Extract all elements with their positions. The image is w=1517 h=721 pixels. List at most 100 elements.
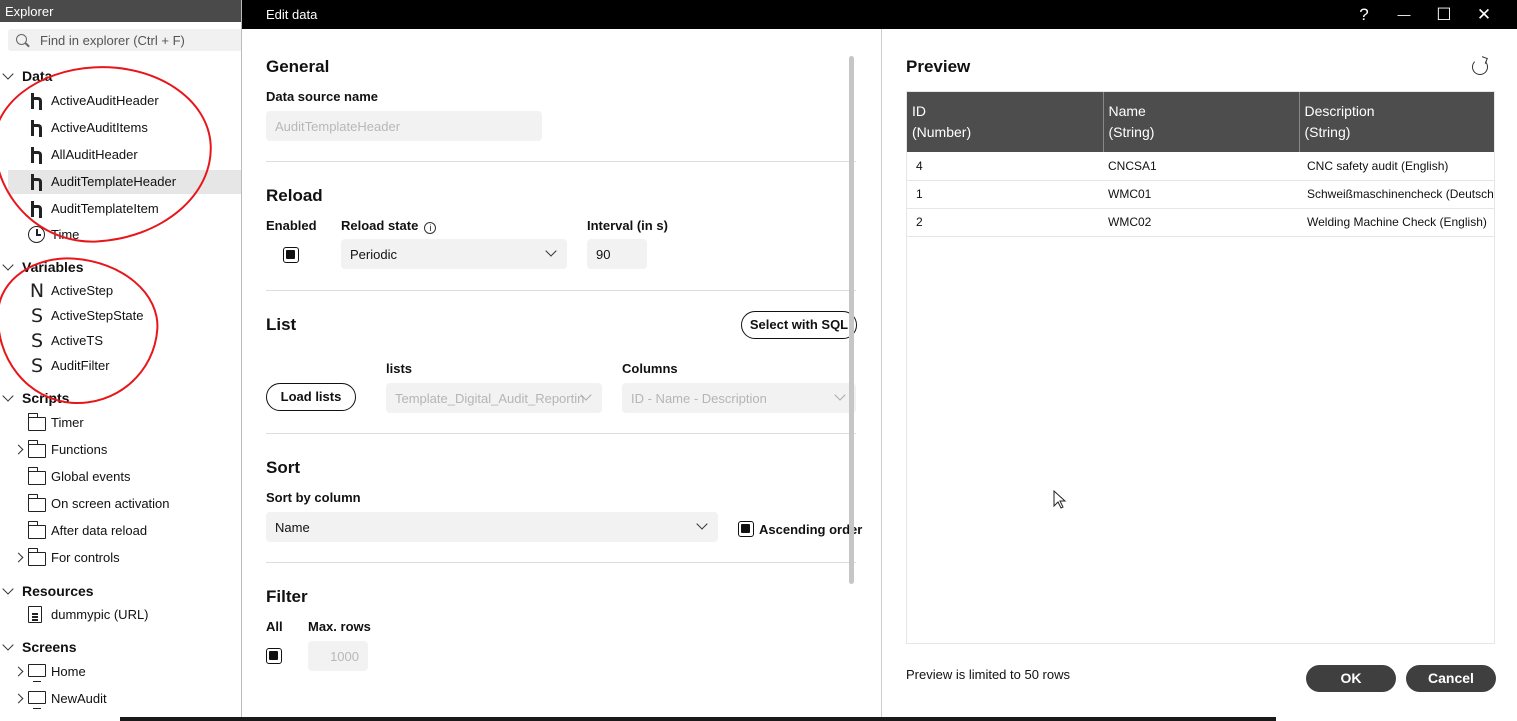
preview-table: ID (Number) Name (String) Description (Stri…: [907, 92, 1494, 237]
tree-item-data[interactable]: Time: [8, 223, 250, 247]
chevron-down-icon[interactable]: [2, 390, 14, 402]
column-header-name[interactable]: Name (String): [1103, 92, 1300, 152]
section-scripts-label: Scripts: [22, 390, 70, 406]
chevron-right-icon[interactable]: [13, 444, 24, 455]
tree-item-script[interactable]: For controls: [8, 546, 250, 570]
section-screens[interactable]: Screens: [0, 637, 250, 657]
chevron-down-icon[interactable]: [2, 639, 14, 651]
sort-by-value: Name: [275, 520, 310, 535]
table-cell: Welding Machine Check (English): [1299, 208, 1494, 237]
table-header-row: ID (Number) Name (String) Description (Stri…: [907, 92, 1494, 152]
tree-item-label: ActiveAuditItems: [51, 120, 148, 135]
chevron-right-icon[interactable]: [13, 552, 24, 563]
dialog-shadow: [120, 717, 1276, 721]
tree-item-label: NewAudit: [51, 691, 107, 706]
max-rows-input[interactable]: [308, 641, 368, 671]
table-row[interactable]: 2 WMC02 Welding Machine Check (English): [907, 208, 1494, 237]
table-cell: 4: [907, 152, 1103, 181]
filter-all-checkbox[interactable]: [266, 648, 282, 664]
interval-input[interactable]: [587, 239, 647, 269]
file-icon: [28, 606, 42, 623]
mouse-pointer-icon: [1053, 490, 1067, 509]
lists-value: Template_Digital_Audit_Reporting: [395, 391, 585, 406]
tree-item-script[interactable]: Functions: [8, 438, 250, 462]
table-cell: WMC02: [1103, 208, 1299, 237]
chevron-down-icon[interactable]: [2, 68, 14, 80]
table-row[interactable]: 4 CNCSA1 CNC safety audit (English): [907, 152, 1494, 181]
chevron-down-icon[interactable]: [2, 583, 14, 595]
tree-item-script[interactable]: Global events: [8, 465, 250, 489]
dialog-titlebar: Edit data ? — ☐ ✕: [242, 0, 1517, 29]
columns-label: Columns: [622, 361, 678, 376]
tree-item-resource[interactable]: dummypic (URL): [8, 603, 250, 627]
tree-item-data[interactable]: ActiveAuditHeader: [8, 89, 250, 113]
section-resources-label: Resources: [22, 583, 94, 599]
info-icon[interactable]: i: [424, 222, 437, 234]
section-variables[interactable]: Variables: [0, 257, 250, 277]
form-scrollbar[interactable]: [849, 56, 854, 584]
tree-item-script[interactable]: Timer: [8, 411, 250, 435]
data-source-icon: [28, 200, 46, 218]
section-resources[interactable]: Resources: [0, 581, 250, 601]
close-button[interactable]: ✕: [1472, 4, 1496, 26]
tree-item-screen[interactable]: Home: [8, 660, 250, 684]
column-name: Description: [1304, 103, 1375, 119]
tree-item-data[interactable]: AuditTemplateItem: [8, 197, 250, 221]
tree-item-label: ActiveStepState: [51, 308, 144, 323]
tree-item-label: Global events: [51, 469, 131, 484]
column-header-id[interactable]: ID (Number): [907, 92, 1104, 152]
tree-item-label: For controls: [51, 550, 120, 565]
tree-item-label: After data reload: [51, 523, 148, 538]
sort-by-select[interactable]: Name: [266, 512, 718, 542]
section-scripts[interactable]: Scripts: [0, 388, 250, 408]
enabled-checkbox[interactable]: [283, 247, 299, 263]
lists-select[interactable]: Template_Digital_Audit_Reporting: [386, 383, 602, 413]
reload-state-label: Reload state i: [341, 218, 437, 234]
tree-item-variable[interactable]: S ActiveTS: [8, 329, 250, 353]
table-cell: 1: [907, 180, 1103, 209]
preview-grid: ID (Number) Name (String) Description (Stri…: [906, 91, 1495, 644]
number-variable-icon: N: [29, 280, 45, 302]
preview-limit-note: Preview is limited to 50 rows: [906, 667, 1070, 682]
maximize-button[interactable]: ☐: [1432, 4, 1456, 26]
tree-item-variable[interactable]: S AuditFilter: [8, 354, 250, 378]
monitor-icon: [28, 664, 46, 682]
tree-item-variable[interactable]: N ActiveStep: [8, 279, 250, 303]
tree-item-screen[interactable]: NewAudit: [8, 687, 250, 711]
tree-item-label: Timer: [51, 415, 84, 430]
data-source-icon: [28, 146, 46, 164]
explorer-search-box[interactable]: [8, 29, 248, 51]
tree-item-data-selected[interactable]: AuditTemplateHeader: [8, 170, 250, 194]
ascending-order-checkbox[interactable]: [738, 521, 754, 537]
table-row[interactable]: 1 WMC01 Schweißmaschinencheck (Deutsch): [907, 180, 1494, 209]
refresh-icon[interactable]: [1472, 59, 1488, 75]
minimize-button[interactable]: —: [1392, 4, 1416, 26]
select-with-sql-button[interactable]: Select with SQL: [741, 311, 857, 339]
max-rows-label: Max. rows: [308, 619, 371, 634]
tree-item-script[interactable]: After data reload: [8, 519, 250, 543]
chevron-down-icon: [834, 389, 846, 401]
data-source-name-input[interactable]: [266, 111, 542, 141]
help-button[interactable]: ?: [1352, 4, 1376, 26]
column-header-description[interactable]: Description (String): [1299, 92, 1494, 152]
tree-item-label: ActiveTS: [51, 333, 104, 348]
chevron-right-icon[interactable]: [13, 666, 24, 677]
tree-item-data[interactable]: ActiveAuditItems: [8, 116, 250, 140]
cancel-button[interactable]: Cancel: [1406, 665, 1496, 692]
explorer-panel: Explorer Data ActiveAuditHeader ActiveAu…: [0, 0, 250, 721]
chevron-down-icon: [545, 245, 557, 257]
ok-button[interactable]: OK: [1306, 665, 1396, 692]
explorer-search-input[interactable]: [40, 31, 240, 49]
section-data[interactable]: Data: [0, 66, 250, 86]
load-lists-button[interactable]: Load lists: [266, 383, 356, 411]
reload-state-select[interactable]: Periodic: [341, 239, 567, 269]
columns-select[interactable]: ID - Name - Description: [622, 383, 856, 413]
section-reload-title: Reload: [266, 186, 323, 205]
chevron-down-icon[interactable]: [2, 259, 14, 271]
chevron-right-icon[interactable]: [13, 693, 24, 704]
preview-panel: Preview ID (Number) Name (String) Descript…: [882, 29, 1517, 717]
tree-item-variable[interactable]: S ActiveStepState: [8, 304, 250, 328]
tree-item-data[interactable]: AllAuditHeader: [8, 143, 250, 167]
column-name: Name: [1108, 103, 1146, 119]
tree-item-script[interactable]: On screen activation: [8, 492, 250, 516]
